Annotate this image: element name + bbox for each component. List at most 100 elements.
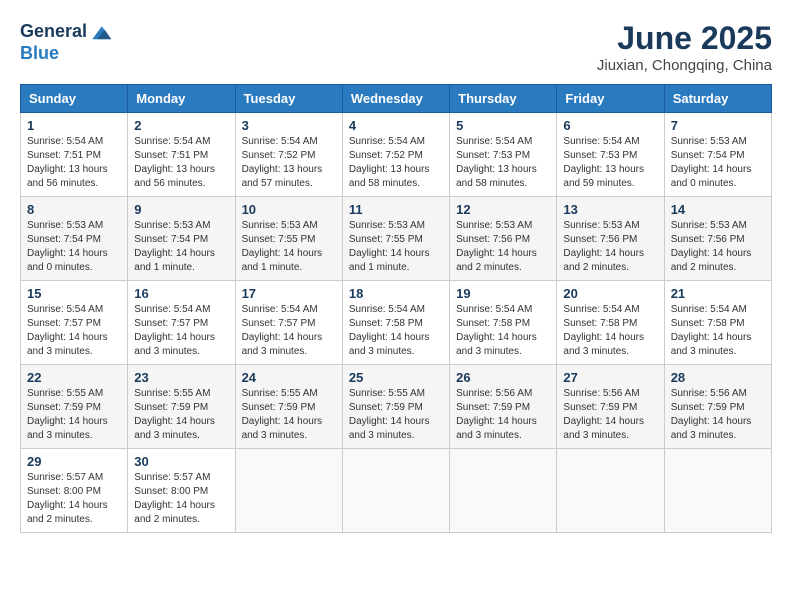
calendar-cell: 17 Sunrise: 5:54 AMSunset: 7:57 PMDayligh… (235, 281, 342, 365)
day-number: 17 (242, 286, 336, 301)
calendar-cell (557, 449, 664, 533)
day-number: 30 (134, 454, 228, 469)
day-number: 8 (27, 202, 121, 217)
day-number: 3 (242, 118, 336, 133)
calendar-cell: 15Sunrise: 5:54 AMSunset: 7:57 PMDayligh… (21, 281, 128, 365)
calendar-cell (664, 449, 771, 533)
calendar-table: SundayMondayTuesdayWednesdayThursdayFrid… (20, 84, 772, 533)
day-number: 18 (349, 286, 443, 301)
page-header: General Blue June 2025 Jiuxian, Chongqin… (20, 20, 772, 74)
day-number: 7 (671, 118, 765, 133)
logo-subtext: Blue (20, 44, 113, 64)
calendar-cell: 26Sunrise: 5:56 AMSunset: 7:59 PMDayligh… (450, 365, 557, 449)
weekday-header: Friday (557, 85, 664, 113)
cell-details: Sunrise: 5:57 AMSunset: 8:00 PMDaylight:… (27, 471, 121, 527)
logo-text: General (20, 22, 87, 42)
calendar-cell: 21 Sunrise: 5:54 AMSunset: 7:58 PMDayligh… (664, 281, 771, 365)
cell-details: Sunrise: 5:55 AMSunset: 7:59 PMDaylight:… (242, 387, 336, 443)
calendar-cell: 5 Sunrise: 5:54 AMSunset: 7:53 PMDaylight… (450, 113, 557, 197)
calendar-cell: 7 Sunrise: 5:53 AMSunset: 7:54 PMDaylight… (664, 113, 771, 197)
calendar-cell: 28Sunrise: 5:56 AMSunset: 7:59 PMDayligh… (664, 365, 771, 449)
day-number: 9 (134, 202, 228, 217)
calendar-cell: 11Sunrise: 5:53 AMSunset: 7:55 PMDayligh… (342, 197, 449, 281)
day-number: 26 (456, 370, 550, 385)
calendar-cell: 30 Sunrise: 5:57 AMSunset: 8:00 PMDayligh… (128, 449, 235, 533)
cell-details: Sunrise: 5:56 AMSunset: 7:59 PMDaylight:… (563, 387, 657, 443)
cell-details: Sunrise: 5:55 AMSunset: 7:59 PMDaylight:… (27, 387, 121, 443)
calendar-cell: 8 Sunrise: 5:53 AMSunset: 7:54 PMDaylight… (21, 197, 128, 281)
cell-details: Sunrise: 5:54 AMSunset: 7:57 PMDaylight:… (27, 303, 121, 359)
cell-details: Sunrise: 5:54 AMSunset: 7:53 PMDaylight:… (456, 135, 550, 191)
calendar-subtitle: Jiuxian, Chongqing, China (597, 57, 772, 74)
weekday-header: Monday (128, 85, 235, 113)
calendar-header-row: SundayMondayTuesdayWednesdayThursdayFrid… (21, 85, 772, 113)
weekday-header: Tuesday (235, 85, 342, 113)
cell-details: Sunrise: 5:57 AMSunset: 8:00 PMDaylight:… (134, 471, 228, 527)
day-number: 29 (27, 454, 121, 469)
day-number: 6 (563, 118, 657, 133)
cell-details: Sunrise: 5:54 AMSunset: 7:51 PMDaylight:… (134, 135, 228, 191)
calendar-cell: 1 Sunrise: 5:54 AMSunset: 7:51 PMDaylight… (21, 113, 128, 197)
calendar-title: June 2025 (597, 20, 772, 57)
weekday-header: Sunday (21, 85, 128, 113)
day-number: 12 (456, 202, 550, 217)
calendar-cell (342, 449, 449, 533)
cell-details: Sunrise: 5:54 AMSunset: 7:53 PMDaylight:… (563, 135, 657, 191)
calendar-cell: 25Sunrise: 5:55 AMSunset: 7:59 PMDayligh… (342, 365, 449, 449)
calendar-cell: 12 Sunrise: 5:53 AMSunset: 7:56 PMDayligh… (450, 197, 557, 281)
weekday-header: Wednesday (342, 85, 449, 113)
cell-details: Sunrise: 5:53 AMSunset: 7:56 PMDaylight:… (671, 219, 765, 275)
calendar-cell: 13 Sunrise: 5:53 AMSunset: 7:56 PMDayligh… (557, 197, 664, 281)
day-number: 13 (563, 202, 657, 217)
weekday-header: Saturday (664, 85, 771, 113)
cell-details: Sunrise: 5:54 AMSunset: 7:57 PMDaylight:… (242, 303, 336, 359)
cell-details: Sunrise: 5:54 AMSunset: 7:58 PMDaylight:… (456, 303, 550, 359)
calendar-week-row: 29 Sunrise: 5:57 AMSunset: 8:00 PMDayligh… (21, 449, 772, 533)
calendar-cell: 22Sunrise: 5:55 AMSunset: 7:59 PMDayligh… (21, 365, 128, 449)
day-number: 14 (671, 202, 765, 217)
title-block: June 2025 Jiuxian, Chongqing, China (597, 20, 772, 74)
day-number: 2 (134, 118, 228, 133)
calendar-cell: 27 Sunrise: 5:56 AMSunset: 7:59 PMDayligh… (557, 365, 664, 449)
cell-details: Sunrise: 5:54 AMSunset: 7:58 PMDaylight:… (671, 303, 765, 359)
cell-details: Sunrise: 5:56 AMSunset: 7:59 PMDaylight:… (671, 387, 765, 443)
cell-details: Sunrise: 5:54 AMSunset: 7:51 PMDaylight:… (27, 135, 121, 191)
calendar-cell: 24 Sunrise: 5:55 AMSunset: 7:59 PMDayligh… (235, 365, 342, 449)
day-number: 1 (27, 118, 121, 133)
day-number: 19 (456, 286, 550, 301)
calendar-cell: 18 Sunrise: 5:54 AMSunset: 7:58 PMDayligh… (342, 281, 449, 365)
cell-details: Sunrise: 5:54 AMSunset: 7:52 PMDaylight:… (349, 135, 443, 191)
cell-details: Sunrise: 5:53 AMSunset: 7:56 PMDaylight:… (563, 219, 657, 275)
cell-details: Sunrise: 5:54 AMSunset: 7:57 PMDaylight:… (134, 303, 228, 359)
day-number: 10 (242, 202, 336, 217)
calendar-cell: 6 Sunrise: 5:54 AMSunset: 7:53 PMDaylight… (557, 113, 664, 197)
cell-details: Sunrise: 5:53 AMSunset: 7:56 PMDaylight:… (456, 219, 550, 275)
day-number: 5 (456, 118, 550, 133)
calendar-cell: 10 Sunrise: 5:53 AMSunset: 7:55 PMDayligh… (235, 197, 342, 281)
calendar-cell: 29 Sunrise: 5:57 AMSunset: 8:00 PMDayligh… (21, 449, 128, 533)
day-number: 23 (134, 370, 228, 385)
calendar-cell: 4 Sunrise: 5:54 AMSunset: 7:52 PMDaylight… (342, 113, 449, 197)
calendar-week-row: 1 Sunrise: 5:54 AMSunset: 7:51 PMDaylight… (21, 113, 772, 197)
calendar-cell (450, 449, 557, 533)
calendar-body: 1 Sunrise: 5:54 AMSunset: 7:51 PMDaylight… (21, 113, 772, 533)
cell-details: Sunrise: 5:54 AMSunset: 7:58 PMDaylight:… (563, 303, 657, 359)
day-number: 4 (349, 118, 443, 133)
cell-details: Sunrise: 5:53 AMSunset: 7:54 PMDaylight:… (27, 219, 121, 275)
cell-details: Sunrise: 5:54 AMSunset: 7:58 PMDaylight:… (349, 303, 443, 359)
cell-details: Sunrise: 5:53 AMSunset: 7:55 PMDaylight:… (242, 219, 336, 275)
day-number: 27 (563, 370, 657, 385)
day-number: 25 (349, 370, 443, 385)
calendar-week-row: 22Sunrise: 5:55 AMSunset: 7:59 PMDayligh… (21, 365, 772, 449)
day-number: 16 (134, 286, 228, 301)
day-number: 11 (349, 202, 443, 217)
calendar-cell: 14 Sunrise: 5:53 AMSunset: 7:56 PMDayligh… (664, 197, 771, 281)
cell-details: Sunrise: 5:53 AMSunset: 7:54 PMDaylight:… (671, 135, 765, 191)
calendar-cell (235, 449, 342, 533)
calendar-week-row: 8 Sunrise: 5:53 AMSunset: 7:54 PMDaylight… (21, 197, 772, 281)
calendar-cell: 9Sunrise: 5:53 AMSunset: 7:54 PMDaylight… (128, 197, 235, 281)
day-number: 21 (671, 286, 765, 301)
day-number: 24 (242, 370, 336, 385)
weekday-header: Thursday (450, 85, 557, 113)
calendar-cell: 2 Sunrise: 5:54 AMSunset: 7:51 PMDaylight… (128, 113, 235, 197)
